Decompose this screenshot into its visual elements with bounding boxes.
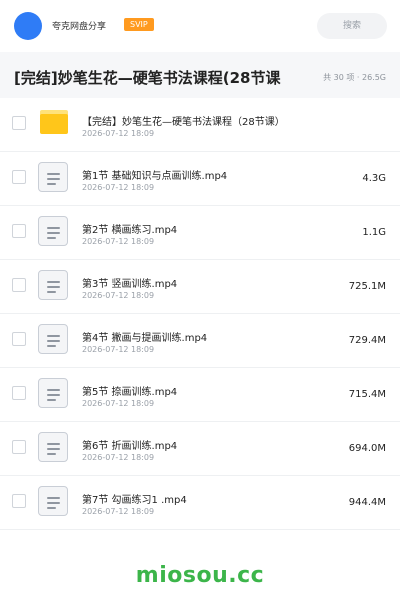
list-item[interactable]: 【完结】妙笔生花—硬笔书法课程（28节课） 2026-07-12 18:09	[0, 98, 400, 152]
item-date: 2026-07-12 18:09	[82, 399, 155, 408]
item-size: 944.4M	[348, 497, 386, 508]
list-item[interactable]: 第5节 捺画训练.mp4 2026-07-12 18:09 715.4M	[0, 368, 400, 422]
select-checkbox[interactable]	[12, 440, 26, 454]
item-size: 4.3G	[362, 173, 386, 184]
item-name: 【完结】妙笔生花—硬笔书法课程（28节课）	[82, 117, 285, 128]
folder-icon	[40, 110, 68, 134]
select-checkbox[interactable]	[12, 116, 26, 130]
file-list: 【完结】妙笔生花—硬笔书法课程（28节课） 2026-07-12 18:09 第…	[0, 98, 400, 530]
item-name: 第3节 竖画训练.mp4	[82, 279, 178, 290]
item-date: 2026-07-12 18:09	[82, 507, 155, 516]
item-date: 2026-07-12 18:09	[82, 453, 155, 462]
list-item[interactable]: 第7节 勾画练习1 .mp4 2026-07-12 18:09 944.4M	[0, 476, 400, 530]
avatar[interactable]	[14, 12, 42, 40]
item-date: 2026-07-12 18:09	[82, 291, 155, 300]
document-icon	[38, 486, 68, 516]
select-checkbox[interactable]	[12, 386, 26, 400]
title-band: [完结]妙笔生花—硬笔书法课程(28节课 共 30 项 · 26.5G	[0, 52, 400, 98]
select-checkbox[interactable]	[12, 224, 26, 238]
select-checkbox[interactable]	[12, 332, 26, 346]
item-name: 第4节 撇画与提画训练.mp4	[82, 333, 208, 344]
document-icon	[38, 162, 68, 192]
item-size: 729.4M	[348, 335, 386, 346]
select-checkbox[interactable]	[12, 494, 26, 508]
header: 夸克网盘分享 SVIP 搜索	[0, 0, 400, 52]
item-size: 1.1G	[362, 227, 386, 238]
item-size: 694.0M	[348, 443, 386, 454]
share-name: 夸克网盘分享	[52, 22, 107, 32]
item-name: 第6节 折画训练.mp4	[82, 441, 178, 452]
document-icon	[38, 432, 68, 462]
item-name: 第7节 勾画练习1 .mp4	[82, 495, 187, 506]
document-icon	[38, 324, 68, 354]
list-item[interactable]: 第1节 基础知识与点画训练.mp4 2026-07-12 18:09 4.3G	[0, 152, 400, 206]
list-item[interactable]: 第3节 竖画训练.mp4 2026-07-12 18:09 725.1M	[0, 260, 400, 314]
item-name: 第1节 基础知识与点画训练.mp4	[82, 171, 228, 182]
title-meta: 共 30 项 · 26.5G	[323, 73, 386, 82]
list-item[interactable]: 第2节 横画练习.mp4 2026-07-12 18:09 1.1G	[0, 206, 400, 260]
page-title: [完结]妙笔生花—硬笔书法课程(28节课	[14, 69, 281, 87]
select-checkbox[interactable]	[12, 278, 26, 292]
document-icon	[38, 270, 68, 300]
select-checkbox[interactable]	[12, 170, 26, 184]
item-size: 715.4M	[348, 389, 386, 400]
watermark: miosou.cc	[135, 563, 265, 588]
document-icon	[38, 378, 68, 408]
document-icon	[38, 216, 68, 246]
item-name: 第5节 捺画训练.mp4	[82, 387, 178, 398]
list-item[interactable]: 第4节 撇画与提画训练.mp4 2026-07-12 18:09 729.4M	[0, 314, 400, 368]
item-date: 2026-07-12 18:09	[82, 345, 155, 354]
svip-badge: SVIP	[124, 18, 154, 31]
item-date: 2026-07-12 18:09	[82, 237, 155, 246]
share-page: 夸克网盘分享 SVIP 搜索 [完结]妙笔生花—硬笔书法课程(28节课 共 30…	[0, 0, 400, 600]
item-size: 725.1M	[348, 281, 386, 292]
list-item[interactable]: 第6节 折画训练.mp4 2026-07-12 18:09 694.0M	[0, 422, 400, 476]
item-date: 2026-07-12 18:09	[82, 183, 155, 192]
item-name: 第2节 横画练习.mp4	[82, 225, 178, 236]
item-date: 2026-07-12 18:09	[82, 129, 155, 138]
search-input[interactable]: 搜索	[317, 13, 387, 39]
